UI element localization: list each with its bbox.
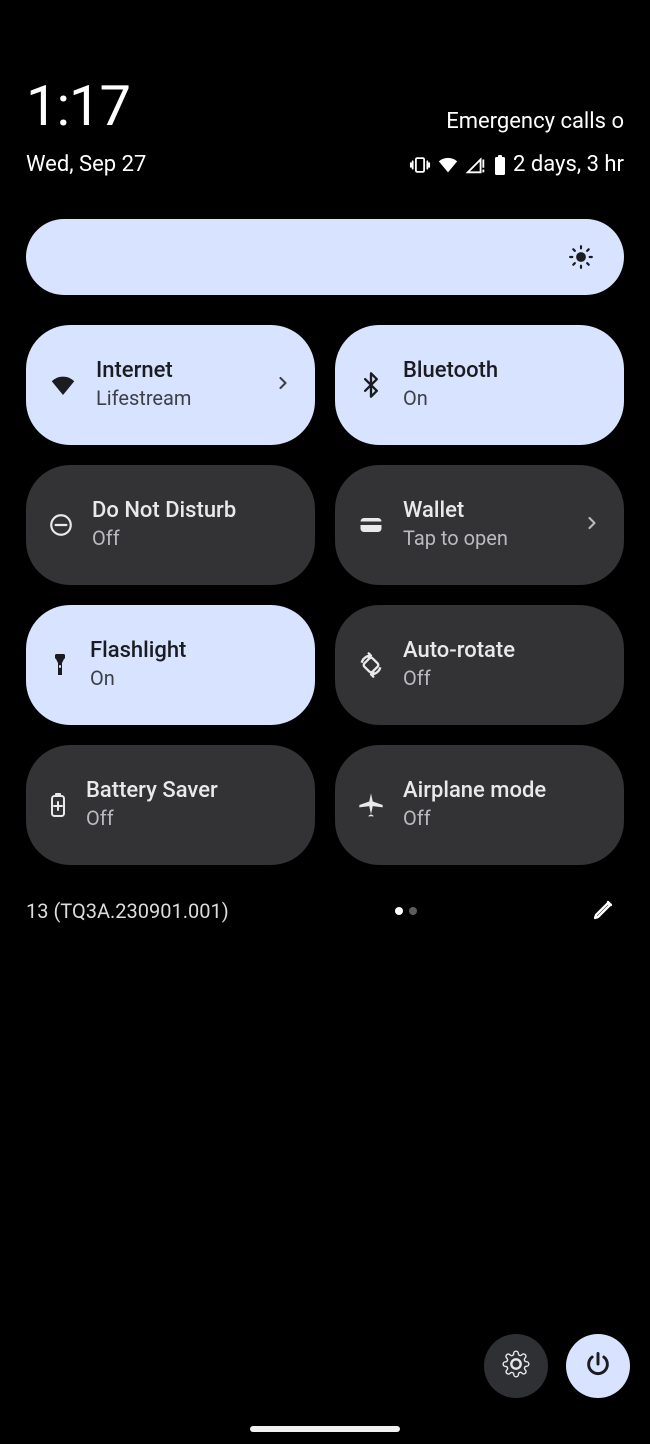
airplane-icon	[357, 791, 385, 819]
date[interactable]: Wed, Sep 27	[26, 152, 146, 177]
tile-subtitle: Off	[86, 804, 293, 832]
nav-handle[interactable]	[250, 1426, 400, 1432]
page-dot	[395, 907, 403, 915]
tile-subtitle: On	[403, 384, 602, 412]
brightness-icon	[568, 244, 594, 270]
flashlight-icon	[48, 651, 72, 679]
tile-title: Bluetooth	[403, 358, 602, 384]
pencil-icon	[592, 897, 616, 925]
tile-title: Wallet	[403, 498, 564, 524]
vibrate-icon	[409, 154, 431, 176]
gear-icon	[502, 1350, 530, 1382]
brightness-slider[interactable]	[26, 219, 624, 295]
battery-text: 2 days, 3 hr	[513, 152, 624, 177]
wallet-icon	[357, 511, 385, 539]
tile-title: Do Not Disturb	[92, 498, 293, 524]
tile-subtitle: On	[90, 664, 293, 692]
chevron-right-icon[interactable]	[582, 513, 602, 537]
tile-bluetooth[interactable]: Bluetooth On	[335, 325, 624, 445]
tile-wallet[interactable]: Wallet Tap to open	[335, 465, 624, 585]
emergency-call-text[interactable]: Emergency calls o	[446, 109, 624, 134]
tile-subtitle: Tap to open	[403, 524, 564, 552]
chevron-right-icon[interactable]	[273, 373, 293, 397]
quick-settings-tiles: Internet Lifestream Bluetooth On Do Not …	[26, 325, 624, 865]
tile-title: Battery Saver	[86, 778, 293, 804]
clock: 1:17	[26, 78, 130, 134]
auto-rotate-icon	[357, 651, 385, 679]
power-button[interactable]	[566, 1334, 630, 1398]
qs-footer-row: 13 (TQ3A.230901.001)	[26, 891, 624, 931]
tile-airplane-mode[interactable]: Airplane mode Off	[335, 745, 624, 865]
power-icon	[584, 1350, 612, 1382]
settings-button[interactable]	[484, 1334, 548, 1398]
tile-flashlight[interactable]: Flashlight On	[26, 605, 315, 725]
tile-title: Auto-rotate	[403, 638, 602, 664]
battery-saver-icon	[48, 791, 68, 819]
build-text: 13 (TQ3A.230901.001)	[26, 899, 229, 923]
battery-icon	[493, 154, 507, 176]
page-indicator[interactable]	[395, 907, 417, 915]
signal-no-service-icon	[465, 154, 487, 176]
tile-subtitle: Off	[403, 804, 602, 832]
qs-header: 1:17 Emergency calls o Wed, Sep 27	[0, 0, 650, 177]
bottom-actions	[484, 1334, 630, 1398]
tile-battery-saver[interactable]: Battery Saver Off	[26, 745, 315, 865]
tile-title: Internet	[96, 358, 255, 384]
bluetooth-icon	[357, 371, 385, 399]
tile-subtitle: Lifestream	[96, 384, 255, 412]
tile-subtitle: Off	[403, 664, 602, 692]
tile-subtitle: Off	[92, 524, 293, 552]
status-bar-icons: 2 days, 3 hr	[409, 152, 624, 177]
page-dot	[409, 907, 417, 915]
edit-tiles-button[interactable]	[584, 891, 624, 931]
wifi-icon	[48, 370, 78, 400]
wifi-icon	[437, 154, 459, 176]
tile-auto-rotate[interactable]: Auto-rotate Off	[335, 605, 624, 725]
tile-do-not-disturb[interactable]: Do Not Disturb Off	[26, 465, 315, 585]
tile-title: Flashlight	[90, 638, 293, 664]
do-not-disturb-icon	[48, 512, 74, 538]
tile-internet[interactable]: Internet Lifestream	[26, 325, 315, 445]
tile-title: Airplane mode	[403, 778, 602, 804]
